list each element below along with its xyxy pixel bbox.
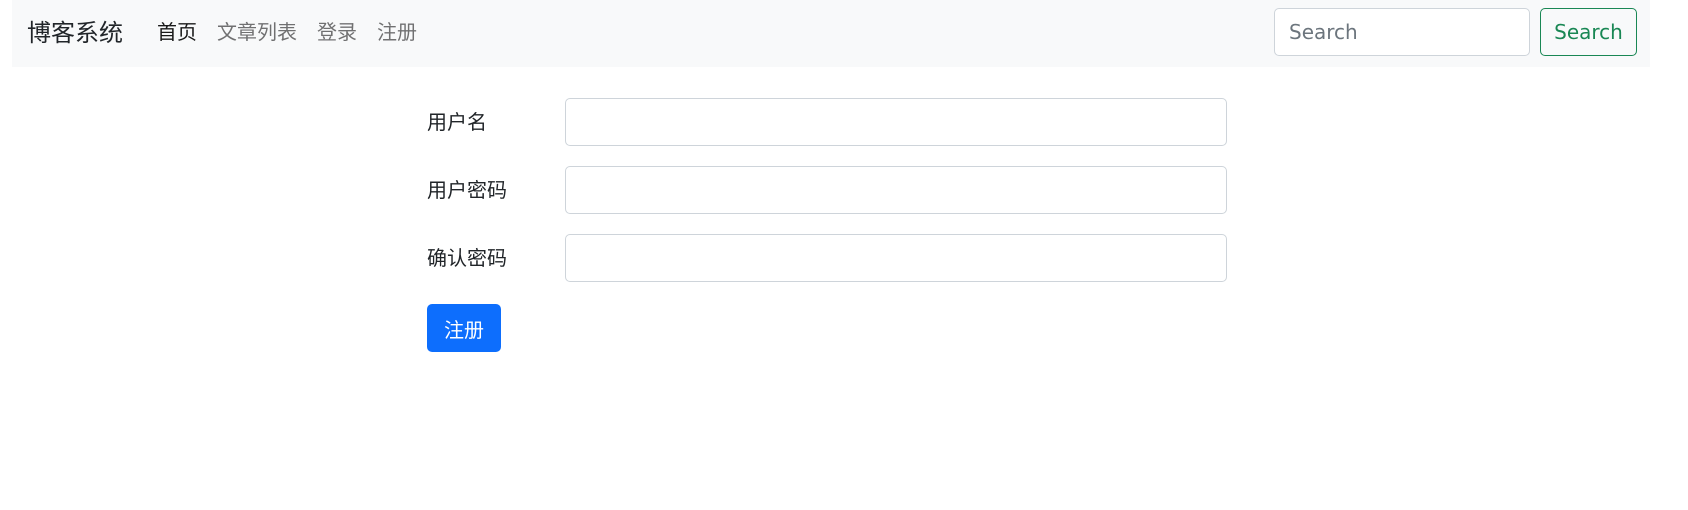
password-field[interactable]: [565, 166, 1227, 214]
confirm-password-field[interactable]: [565, 234, 1227, 282]
register-button[interactable]: 注册: [427, 304, 501, 352]
password-label: 用户密码: [427, 178, 507, 202]
register-form: 用户名 用户密码 确认密码 注册: [427, 98, 1227, 352]
nav-link-login[interactable]: 登录: [307, 17, 367, 47]
username-label: 用户名: [427, 110, 487, 134]
username-row: 用户名: [427, 98, 1227, 146]
nav-link-articles[interactable]: 文章列表: [207, 17, 307, 47]
confirm-password-label: 确认密码: [427, 246, 507, 270]
nav-link-register[interactable]: 注册: [367, 17, 427, 47]
brand-link[interactable]: 博客系统: [27, 15, 123, 51]
nav-menu: 首页 文章列表 登录 注册: [157, 17, 427, 47]
navbar: 博客系统 首页 文章列表 登录 注册 Search: [12, 0, 1650, 67]
confirm-password-row: 确认密码: [427, 234, 1227, 282]
password-row: 用户密码: [427, 166, 1227, 214]
username-field[interactable]: [565, 98, 1227, 146]
search-input[interactable]: [1274, 8, 1530, 56]
nav-link-home[interactable]: 首页: [157, 17, 207, 47]
nav-item-home: 首页: [157, 17, 207, 47]
nav-item-articles: 文章列表: [207, 17, 307, 47]
nav-item-register: 注册: [367, 17, 427, 47]
search-button[interactable]: Search: [1540, 8, 1637, 56]
nav-item-login: 登录: [307, 17, 367, 47]
